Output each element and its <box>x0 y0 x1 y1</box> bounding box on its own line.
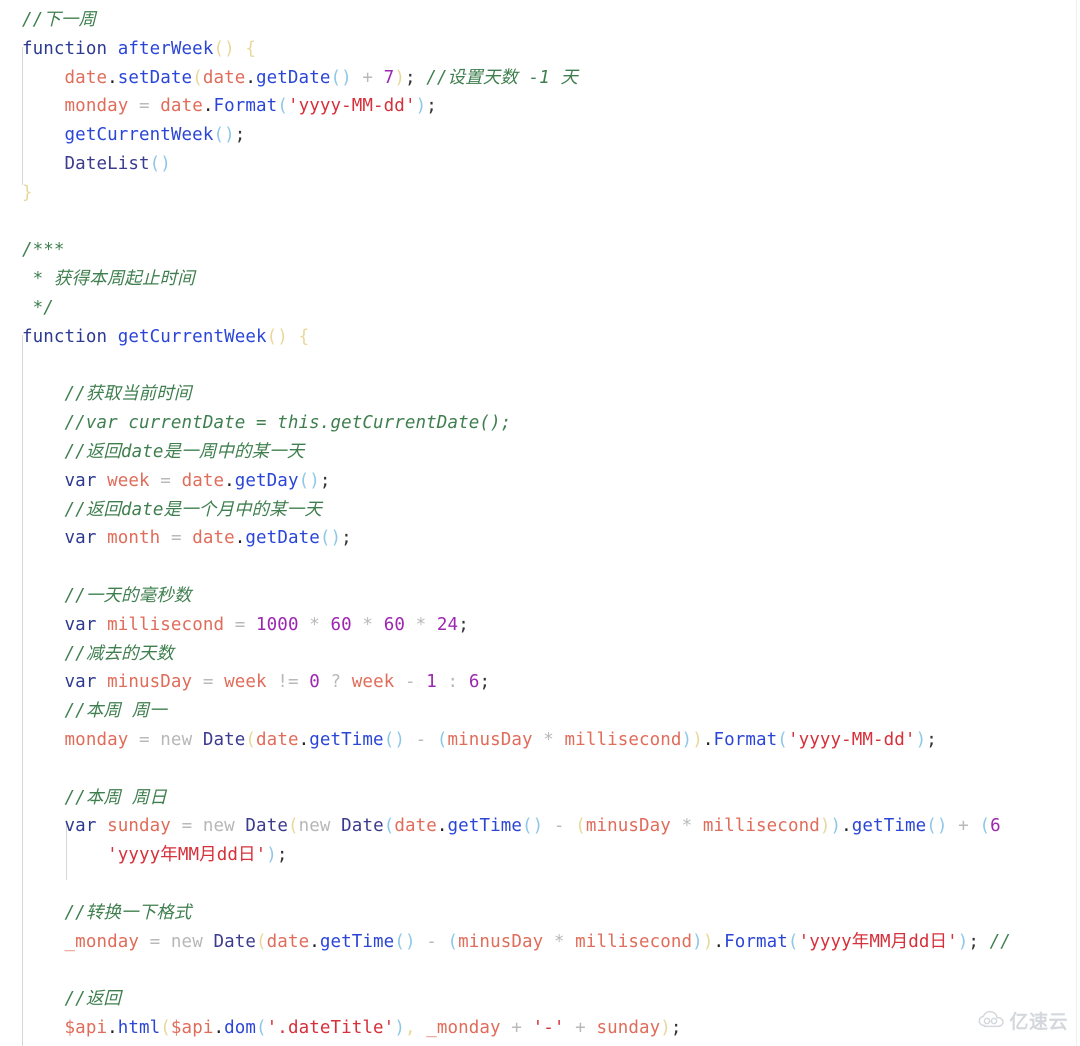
code-line: _monday = new Date(date.getTime() - (min… <box>64 931 1011 952</box>
code-line: * 获得本周起止时间 <box>22 269 195 290</box>
code-line: //返回date是一周中的某一天 <box>64 441 305 462</box>
code-line: monday = new Date(date.getTime() - (minu… <box>64 729 937 750</box>
code-line: */ <box>22 297 54 318</box>
code-line: $api.html($api.dom('.dateTitle'), _monda… <box>64 1017 682 1038</box>
code-line: getCurrentWeek(); <box>64 125 246 146</box>
watermark-label: 亿速云 <box>1009 1011 1068 1033</box>
code-line: function getCurrentWeek() { <box>22 326 310 347</box>
code-line: } <box>22 182 33 203</box>
code-line: function afterWeek() { <box>22 38 257 59</box>
code-line: DateList() <box>64 153 171 174</box>
code-line: date.setDate(date.getDate() + 7); //设置天数… <box>64 67 579 88</box>
code-line: //var currentDate = this.getCurrentDate(… <box>64 413 512 434</box>
code-line: /*** <box>22 240 65 261</box>
code-line: //一天的毫秒数 <box>64 585 192 606</box>
code-line: //获取当前时间 <box>64 384 192 405</box>
code-line: //减去的天数 <box>64 643 174 664</box>
code-line: //本周 周日 <box>64 787 167 808</box>
watermark: 亿速云 <box>978 1007 1068 1034</box>
code-line: var week = date.getDay(); <box>64 470 331 491</box>
cloud-icon <box>978 1010 1005 1032</box>
code-line: var month = date.getDate(); <box>64 528 352 549</box>
comment-token: //下一周 <box>22 10 97 30</box>
code-line: //转换一下格式 <box>64 902 192 923</box>
code-line: var sunday = new Date(new Date(date.getT… <box>64 816 1001 837</box>
code-line: var minusDay = week != 0 ? week - 1 : 6; <box>64 672 491 693</box>
code-line: var millisecond = 1000 * 60 * 60 * 24; <box>64 614 469 635</box>
code-lines[interactable]: //下一周 function afterWeek() { date.setDat… <box>0 6 1080 1046</box>
code-line: //本周 周一 <box>64 701 167 722</box>
code-line: //下一周 <box>22 6 1080 35</box>
code-line: monday = date.Format('yyyy-MM-dd'); <box>64 96 437 117</box>
code-line: //返回 <box>64 989 122 1010</box>
code-line: 'yyyy年MM月dd日'); <box>107 845 288 866</box>
code-line: //返回date是一个月中的某一天 <box>64 499 322 520</box>
code-block: //下一周 function afterWeek() { date.setDat… <box>0 0 1080 1046</box>
